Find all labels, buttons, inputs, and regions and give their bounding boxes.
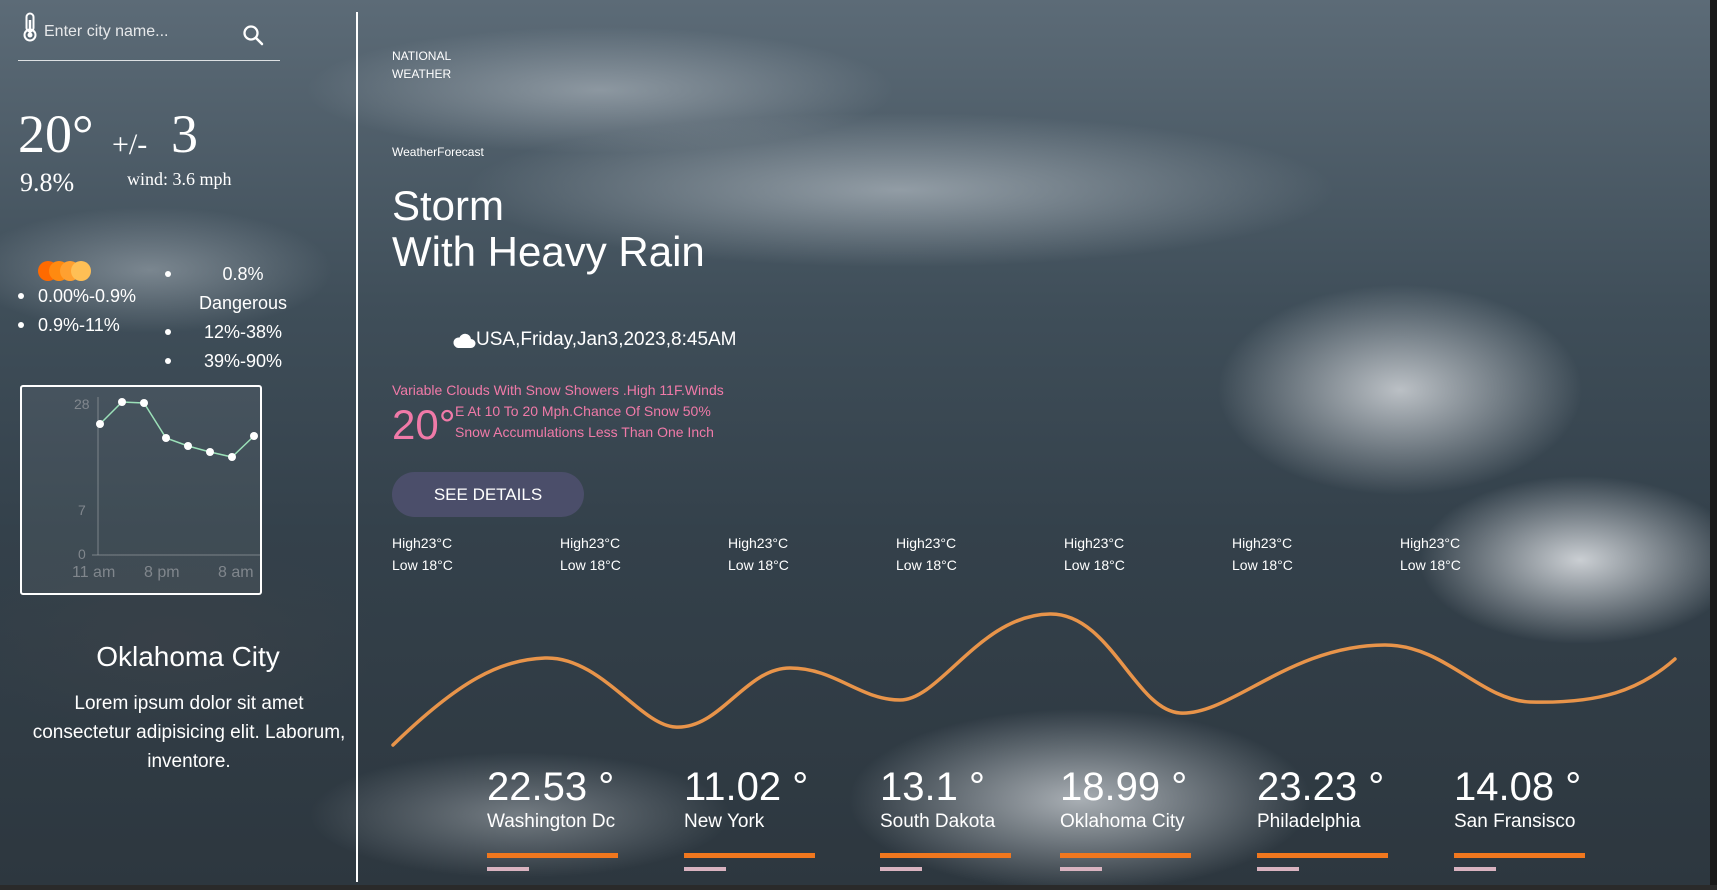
temperature-wave: [391, 612, 1677, 747]
secondary-bar: [880, 867, 922, 871]
city-card[interactable]: 18.99 ° Oklahoma City: [1060, 765, 1200, 871]
city-name: South Dakota: [880, 811, 996, 832]
city-name: Washington Dc: [487, 811, 616, 832]
city-card[interactable]: 13.1 ° South Dakota: [880, 765, 1020, 871]
accent-bar: [487, 853, 618, 858]
city-temperature: 11.02 °: [684, 765, 809, 809]
accent-bar: [1060, 853, 1191, 858]
city-name: San Fransisco: [1454, 811, 1576, 832]
city-card[interactable]: 14.08 ° San Fransisco: [1454, 765, 1594, 871]
secondary-bar: [1454, 867, 1496, 871]
city-name: Philadelphia: [1257, 811, 1361, 832]
city-card[interactable]: 11.02 ° New York: [684, 765, 824, 871]
secondary-bar: [1257, 867, 1299, 871]
city-name: New York: [684, 811, 765, 832]
city-card[interactable]: 22.53 ° Washington Dc: [487, 765, 627, 871]
city-name: Oklahoma City: [1060, 811, 1185, 832]
bottom-bar: [0, 885, 1717, 890]
city-temperature: 23.23 °: [1257, 765, 1385, 809]
city-temperature: 13.1 °: [880, 765, 985, 809]
city-temperature: 22.53 °: [487, 765, 615, 809]
accent-bar: [1454, 853, 1585, 858]
city-temperature: 18.99 °: [1060, 765, 1188, 809]
secondary-bar: [487, 867, 529, 871]
city-card[interactable]: 23.23 ° Philadelphia: [1257, 765, 1397, 871]
accent-bar: [1257, 853, 1388, 858]
city-temperature: 14.08 °: [1454, 765, 1582, 809]
window-edge: [1710, 0, 1717, 890]
accent-bar: [684, 853, 815, 858]
secondary-bar: [1060, 867, 1102, 871]
accent-bar: [880, 853, 1011, 858]
secondary-bar: [684, 867, 726, 871]
